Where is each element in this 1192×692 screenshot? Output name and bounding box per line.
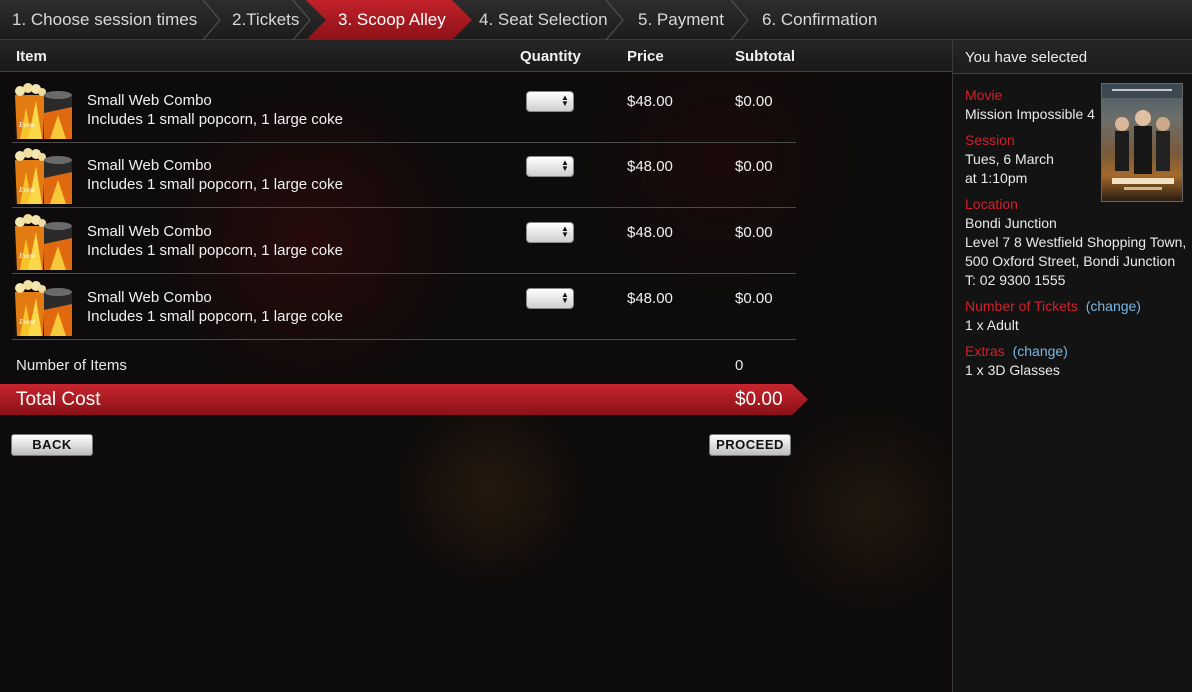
- step-payment[interactable]: 5. Payment: [638, 0, 724, 40]
- step-navigation: 1. Choose session times 2.Tickets 3. Sco…: [0, 0, 1192, 40]
- table-header: Item Quantity Price Subtotal: [0, 40, 952, 72]
- header-subtotal: Subtotal: [735, 48, 795, 65]
- tickets-label: Number of Tickets: [965, 298, 1078, 314]
- step-confirmation[interactable]: 6. Confirmation: [762, 0, 877, 40]
- table-row: Event Small Web Combo Includes 1 small p…: [0, 208, 796, 274]
- order-panel: Item Quantity Price Subtotal Event Small…: [0, 40, 952, 692]
- number-of-items-label: Number of Items: [16, 357, 127, 374]
- item-price: $48.00: [627, 158, 673, 175]
- tickets-value: 1 x Adult: [965, 317, 1019, 333]
- extras-label: Extras: [965, 343, 1005, 359]
- item-name: Small Web Combo: [87, 157, 212, 174]
- quantity-select[interactable]: ▲ ▼: [526, 222, 574, 243]
- svg-text:Event: Event: [18, 121, 36, 129]
- location-name: Bondi Junction: [965, 215, 1057, 231]
- movie-label: Movie: [965, 87, 1003, 103]
- step-separator: [728, 0, 750, 40]
- quantity-select[interactable]: ▲ ▼: [526, 156, 574, 177]
- svg-text:Event: Event: [18, 252, 36, 260]
- item-subtotal: $0.00: [735, 93, 773, 110]
- item-description: Includes 1 small popcorn, 1 large coke: [87, 111, 343, 128]
- header-price: Price: [627, 48, 664, 65]
- popcorn-combo-icon: Event: [14, 214, 74, 272]
- item-name: Small Web Combo: [87, 289, 212, 306]
- item-description: Includes 1 small popcorn, 1 large coke: [87, 242, 343, 259]
- location-phone: T: 02 9300 1555: [965, 272, 1066, 288]
- tickets-label-row: Number of Tickets (change): [965, 298, 1141, 314]
- summary-title: You have selected: [965, 49, 1088, 66]
- item-subtotal: $0.00: [735, 224, 773, 241]
- row-divider: [12, 339, 796, 340]
- summary-header: You have selected: [953, 40, 1192, 74]
- step-choose-session[interactable]: 1. Choose session times: [12, 0, 197, 40]
- popcorn-combo-icon: Event: [14, 148, 74, 206]
- item-price: $48.00: [627, 93, 673, 110]
- svg-text:Event: Event: [18, 318, 36, 326]
- selection-summary: You have selected Movie Mission Impossib…: [952, 40, 1192, 692]
- header-item: Item: [16, 48, 47, 65]
- number-of-items-value: 0: [735, 357, 744, 374]
- step-scoop-alley[interactable]: 3. Scoop Alley: [306, 0, 472, 40]
- session-label: Session: [965, 132, 1015, 148]
- popcorn-combo-icon: Event: [14, 83, 74, 141]
- extras-label-row: Extras (change): [965, 343, 1068, 359]
- select-arrows-icon: ▲ ▼: [561, 224, 569, 239]
- change-tickets-link[interactable]: (change): [1086, 298, 1141, 314]
- total-cost-bar: Total Cost $0.00: [0, 384, 808, 415]
- location-address-line2: 500 Oxford Street, Bondi Junction: [965, 253, 1176, 269]
- change-extras-link[interactable]: (change): [1013, 343, 1068, 359]
- item-price: $48.00: [627, 290, 673, 307]
- movie-title: Mission Impossible 4: [965, 106, 1095, 122]
- location-label: Location: [965, 196, 1018, 212]
- item-name: Small Web Combo: [87, 92, 212, 109]
- table-row: Event Small Web Combo Includes 1 small p…: [0, 274, 796, 340]
- select-arrows-icon: ▲ ▼: [561, 93, 569, 108]
- item-description: Includes 1 small popcorn, 1 large coke: [87, 308, 343, 325]
- table-row: Event Small Web Combo Includes 1 small p…: [0, 142, 796, 208]
- total-cost-label: Total Cost: [16, 389, 101, 410]
- svg-text:Event: Event: [18, 186, 36, 194]
- session-date: Tues, 6 March: [965, 151, 1054, 167]
- item-subtotal: $0.00: [735, 290, 773, 307]
- step-separator: [200, 0, 222, 40]
- item-price: $48.00: [627, 224, 673, 241]
- proceed-button[interactable]: PROCEED: [709, 434, 791, 456]
- quantity-select[interactable]: ▲ ▼: [526, 91, 574, 112]
- popcorn-combo-icon: Event: [14, 280, 74, 338]
- step-separator: [603, 0, 625, 40]
- movie-poster-image: [1101, 83, 1183, 202]
- step-separator: [290, 0, 312, 40]
- quantity-select[interactable]: ▲ ▼: [526, 288, 574, 309]
- select-arrows-icon: ▲ ▼: [561, 158, 569, 173]
- session-time: at 1:10pm: [965, 170, 1028, 186]
- total-cost-value: $0.00: [735, 389, 783, 410]
- select-arrows-icon: ▲ ▼: [561, 290, 569, 305]
- header-quantity: Quantity: [520, 48, 581, 65]
- location-address-line1: Level 7 8 Westfield Shopping Town,: [965, 234, 1187, 250]
- step-seat-selection[interactable]: 4. Seat Selection: [479, 0, 608, 40]
- extras-value: 1 x 3D Glasses: [965, 362, 1060, 378]
- item-subtotal: $0.00: [735, 158, 773, 175]
- back-button[interactable]: BACK: [11, 434, 93, 456]
- table-row: Event Small Web Combo Includes 1 small p…: [0, 77, 796, 143]
- item-description: Includes 1 small popcorn, 1 large coke: [87, 176, 343, 193]
- item-name: Small Web Combo: [87, 223, 212, 240]
